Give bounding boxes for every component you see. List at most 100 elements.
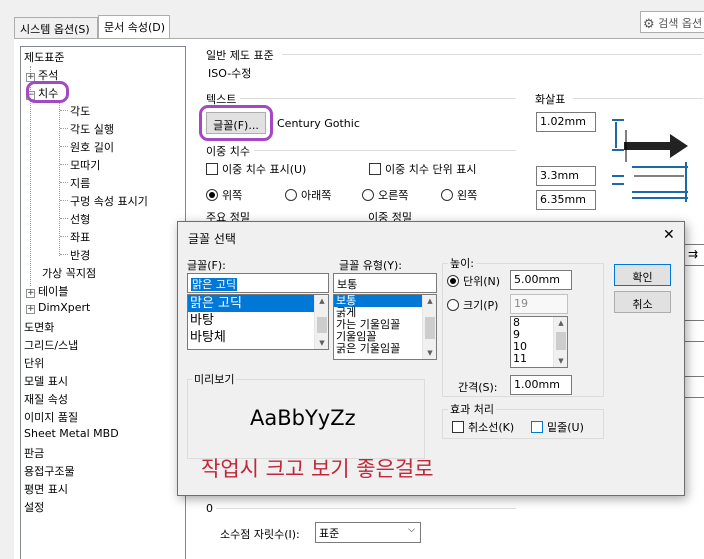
tree-item-dimxpert[interactable]: + DimXpert: [26, 301, 90, 314]
group-divider: [216, 508, 516, 509]
scroll-up-icon[interactable]: ▲: [315, 295, 328, 307]
scroll-thumb[interactable]: [556, 332, 566, 350]
style-list-scrollbar[interactable]: ▲ ▼: [422, 295, 436, 359]
tree-item-label: 각도: [70, 105, 91, 118]
tree-item-label: 단위: [24, 357, 45, 370]
points-radio[interactable]: 크기(P): [447, 297, 498, 313]
tree-item-virtual-sharps[interactable]: 가상 꼭지점: [42, 265, 96, 281]
expand-icon[interactable]: +: [26, 289, 35, 298]
tree-item-hole-callout[interactable]: 구멍 속성 표시기: [70, 193, 148, 209]
zeros-label: 0: [206, 502, 213, 515]
points-field[interactable]: 19: [510, 294, 568, 314]
font-input[interactable]: 맑은 고딕: [187, 273, 329, 293]
pos-right-radio[interactable]: 오른쪽: [362, 187, 408, 203]
checkbox-icon: [206, 163, 218, 175]
spacing-label: 간격(S):: [458, 381, 498, 394]
gear-icon: ⚙: [643, 17, 655, 32]
list-item[interactable]: 굵은 기울임꼴: [334, 343, 436, 355]
tree-item-material-properties[interactable]: 재질 속성: [24, 391, 68, 407]
scroll-thumb[interactable]: [425, 317, 435, 339]
radio-icon: [285, 189, 297, 201]
underline-label: 밑줄(U): [547, 421, 584, 434]
scroll-down-icon[interactable]: ▼: [315, 337, 328, 349]
tab-system-options[interactable]: 시스템 옵션(S): [14, 17, 98, 38]
scroll-up-icon[interactable]: ▲: [423, 295, 436, 307]
right-edge-field[interactable]: [684, 320, 704, 342]
group-divider: [240, 98, 516, 99]
pos-top-radio[interactable]: 위쪽: [206, 187, 242, 203]
strikeout-checkbox[interactable]: 취소선(K): [452, 419, 514, 435]
units-radio[interactable]: 단위(N): [447, 273, 500, 289]
tree-item-diameter[interactable]: 지름: [70, 175, 90, 191]
pos-left-radio[interactable]: 왼쪽: [441, 187, 477, 203]
spacing-field[interactable]: 1.00mm: [510, 375, 572, 395]
tree-item-label: 모따기: [70, 159, 101, 172]
tree-item-ordinate[interactable]: 좌표: [70, 229, 90, 245]
tree-item-label: 좌표: [70, 231, 91, 244]
cancel-button[interactable]: 취소: [614, 291, 671, 313]
effects-label: 효과 처리: [448, 401, 496, 417]
tree-item-tables[interactable]: + 테이블: [26, 283, 68, 299]
tree-item-sheet-metal[interactable]: 판금: [24, 445, 44, 461]
tree-guide: [60, 110, 68, 111]
size-list[interactable]: 8 9 10 11 ▲ ▼: [510, 316, 568, 368]
arrow-group-label: 화살표: [535, 93, 566, 106]
arrow-height-field[interactable]: 1.02mm: [536, 112, 596, 132]
tree-item-angle-running[interactable]: 각도 실행: [70, 121, 114, 137]
underline-checkbox[interactable]: 밑줄(U): [531, 419, 584, 435]
font-list[interactable]: 맑은 고딕 바탕 바탕체 ▲ ▼: [187, 294, 329, 350]
tree-item-plane-display[interactable]: 평면 표시: [24, 481, 68, 497]
tree-item-drafting-standard[interactable]: 제도표준: [24, 49, 64, 65]
tree-item-units[interactable]: 단위: [24, 355, 44, 371]
tree-item-weldments[interactable]: 용접구조물: [24, 463, 75, 479]
tree-item-grid-snap[interactable]: 그리드/스냅: [24, 337, 78, 353]
tree-item-detailing[interactable]: 도면화: [24, 319, 54, 335]
tree-item-model-display[interactable]: 모델 표시: [24, 373, 68, 389]
size-list-scrollbar[interactable]: ▲ ▼: [553, 317, 567, 367]
scroll-down-icon[interactable]: ▼: [554, 355, 567, 367]
dual-units-checkbox[interactable]: 이중 치수 단위 표시: [369, 161, 476, 177]
scroll-up-icon[interactable]: ▲: [554, 317, 567, 329]
tree-guide: [60, 164, 68, 165]
tree-item-label: 제도표준: [24, 51, 65, 64]
decimal-select[interactable]: 표준 ⌵: [315, 522, 421, 543]
decimal-value: 표준: [319, 527, 340, 540]
expand-icon[interactable]: +: [26, 305, 35, 314]
arrow-width-field[interactable]: 3.3mm: [536, 166, 596, 186]
tree-item-angle[interactable]: 각도: [70, 103, 90, 119]
scroll-thumb[interactable]: [317, 317, 327, 333]
scroll-down-icon[interactable]: ▼: [423, 347, 436, 359]
font-list-scrollbar[interactable]: ▲ ▼: [314, 295, 328, 349]
close-icon[interactable]: ✕: [663, 227, 675, 243]
tree-item-radius[interactable]: 반경: [70, 247, 90, 263]
tree-item-label: 평면 표시: [24, 483, 68, 496]
tree-item-label: 그리드/스냅: [24, 339, 79, 352]
dual-show-checkbox[interactable]: 이중 치수 표시(U): [206, 161, 306, 177]
list-item[interactable]: 바탕체: [188, 329, 328, 346]
tree-item-linear[interactable]: 선형: [70, 211, 90, 227]
tab-document-properties[interactable]: 문서 속성(D): [98, 15, 170, 39]
arrow-length-field[interactable]: 6.35mm: [536, 190, 596, 210]
tree-guide: [60, 218, 68, 219]
pos-bottom-radio[interactable]: 아래쪽: [285, 187, 331, 203]
right-edge-field[interactable]: [684, 376, 704, 398]
search-options[interactable]: ⚙ 검색 옵션: [640, 11, 704, 33]
tree-item-image-quality[interactable]: 이미지 품질: [24, 409, 78, 425]
units-field[interactable]: 5.00mm: [510, 270, 572, 290]
ok-button[interactable]: 확인: [614, 264, 671, 286]
font-input-value: 맑은 고딕: [191, 278, 237, 291]
chevron-down-icon: ⌵: [408, 525, 415, 535]
dual-units-label: 이중 치수 단위 표시: [385, 163, 477, 176]
tree-item-arc-length[interactable]: 원호 길이: [70, 139, 114, 155]
style-list[interactable]: 보통 굵게 가는 기울임꼴 기울임꼴 굵은 기울임꼴 ▲ ▼: [333, 294, 437, 360]
search-label: 검색 옵션: [658, 17, 703, 30]
tree-guide: [60, 200, 68, 201]
list-item[interactable]: 맑은 고딕: [188, 295, 328, 312]
list-item[interactable]: 바탕: [188, 312, 328, 329]
arrow-style-button[interactable]: ⇉: [684, 244, 704, 266]
tree-item-configurations[interactable]: 설정: [24, 499, 44, 515]
dialog-title: 글꼴 선택: [188, 232, 236, 246]
tree-item-sheet-metal-mbd[interactable]: Sheet Metal MBD: [24, 427, 119, 440]
tree-item-chamfer[interactable]: 모따기: [70, 157, 100, 173]
style-input[interactable]: 보통: [333, 273, 437, 293]
